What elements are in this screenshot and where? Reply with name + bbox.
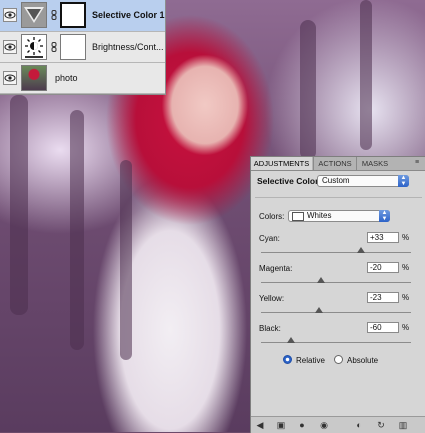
layer-mask-link-icon[interactable]: [51, 10, 57, 20]
percent-unit: %: [402, 263, 410, 272]
slider-label: Yellow:: [259, 294, 285, 303]
slider-label: Magenta:: [259, 264, 293, 273]
tab-masks[interactable]: MASKS: [356, 157, 393, 170]
relative-radio[interactable]: [283, 355, 292, 364]
preset-dropdown[interactable]: Custom ▲ ▼: [317, 175, 409, 187]
panel-menu-icon[interactable]: ≡: [415, 159, 423, 167]
slider-thumb[interactable]: [317, 277, 325, 283]
slider-value-field[interactable]: -23: [367, 292, 399, 303]
panel-title: Selective Color: [257, 176, 319, 186]
slider-thumb[interactable]: [356, 247, 365, 253]
delete-trash-icon[interactable]: ▥: [398, 420, 408, 430]
tab-actions[interactable]: ACTIONS: [313, 157, 356, 170]
layer-row-brightness-contrast[interactable]: Brightness/Cont...: [0, 32, 165, 63]
layer-row-photo[interactable]: photo: [0, 63, 165, 94]
slider-label: Cyan:: [259, 234, 280, 243]
absolute-radio[interactable]: [334, 355, 343, 364]
visibility-eye-icon[interactable]: ◉: [319, 420, 329, 430]
layer-mask-thumbnail[interactable]: [60, 34, 86, 60]
layer-name: Brightness/Cont...: [92, 42, 164, 52]
slider-value-field[interactable]: -60: [367, 322, 399, 333]
tree-trunk: [360, 0, 372, 150]
tree-trunk: [300, 20, 316, 160]
slider-value-field[interactable]: +33: [367, 232, 399, 243]
divider: [255, 197, 422, 198]
tree-trunk: [120, 160, 132, 360]
back-arrow-icon[interactable]: ◀: [255, 420, 265, 430]
preset-value: Custom: [322, 176, 350, 185]
layer-name: Selective Color 1: [92, 10, 165, 20]
absolute-label: Absolute: [347, 356, 379, 365]
chevron-updown-icon: ▲ ▼: [379, 210, 390, 222]
slider-track[interactable]: [261, 282, 411, 283]
visibility-eye-icon[interactable]: [3, 71, 17, 85]
adjustments-panel: ADJUSTMENTS ACTIONS MASKS ≡ Selective Co…: [250, 156, 425, 433]
tab-adjustments[interactable]: ADJUSTMENTS: [251, 157, 312, 170]
layer-row-selective-color[interactable]: Selective Color 1: [0, 0, 165, 32]
slider-label: Black:: [259, 324, 281, 333]
selective-color-adjustment-icon: [21, 2, 47, 28]
slider-track[interactable]: [261, 312, 411, 313]
view-previous-state-icon[interactable]: ◐: [354, 420, 364, 430]
clip-to-layer-icon[interactable]: ●: [297, 420, 307, 430]
chevron-updown-icon: ▲ ▼: [398, 175, 409, 187]
slider-track[interactable]: [261, 342, 411, 343]
brightness-contrast-adjustment-icon: [21, 34, 47, 60]
layers-panel: Selective Color 1 Brightness/Cont... pho…: [0, 0, 166, 95]
slider-track[interactable]: [261, 252, 411, 253]
relative-label: Relative: [296, 356, 325, 365]
slider-value-field[interactable]: -20: [367, 262, 399, 273]
panel-bottom-toolbar: ◀ ▣ ● ◉ ◐ ↻ ▥: [251, 416, 425, 433]
slider-thumb[interactable]: [314, 307, 323, 313]
visibility-eye-icon[interactable]: [3, 8, 17, 22]
photo-thumbnail: [21, 65, 47, 91]
tree-trunk: [70, 110, 84, 350]
layer-mask-link-icon[interactable]: [51, 42, 57, 52]
tree-trunk: [10, 95, 28, 315]
percent-unit: %: [402, 323, 410, 332]
colors-label: Colors:: [259, 212, 285, 221]
panel-tab-bar: ADJUSTMENTS ACTIONS MASKS ≡: [251, 157, 425, 171]
layer-name: photo: [55, 73, 78, 83]
percent-unit: %: [402, 233, 410, 242]
color-swatch: [292, 212, 304, 221]
visibility-eye-icon[interactable]: [3, 40, 17, 54]
colors-value: Whites: [307, 211, 332, 220]
expanded-view-icon[interactable]: ▣: [276, 420, 286, 430]
percent-unit: %: [402, 293, 410, 302]
layer-mask-thumbnail[interactable]: [60, 2, 86, 28]
reset-icon[interactable]: ↻: [376, 420, 386, 430]
slider-thumb[interactable]: [287, 337, 295, 343]
